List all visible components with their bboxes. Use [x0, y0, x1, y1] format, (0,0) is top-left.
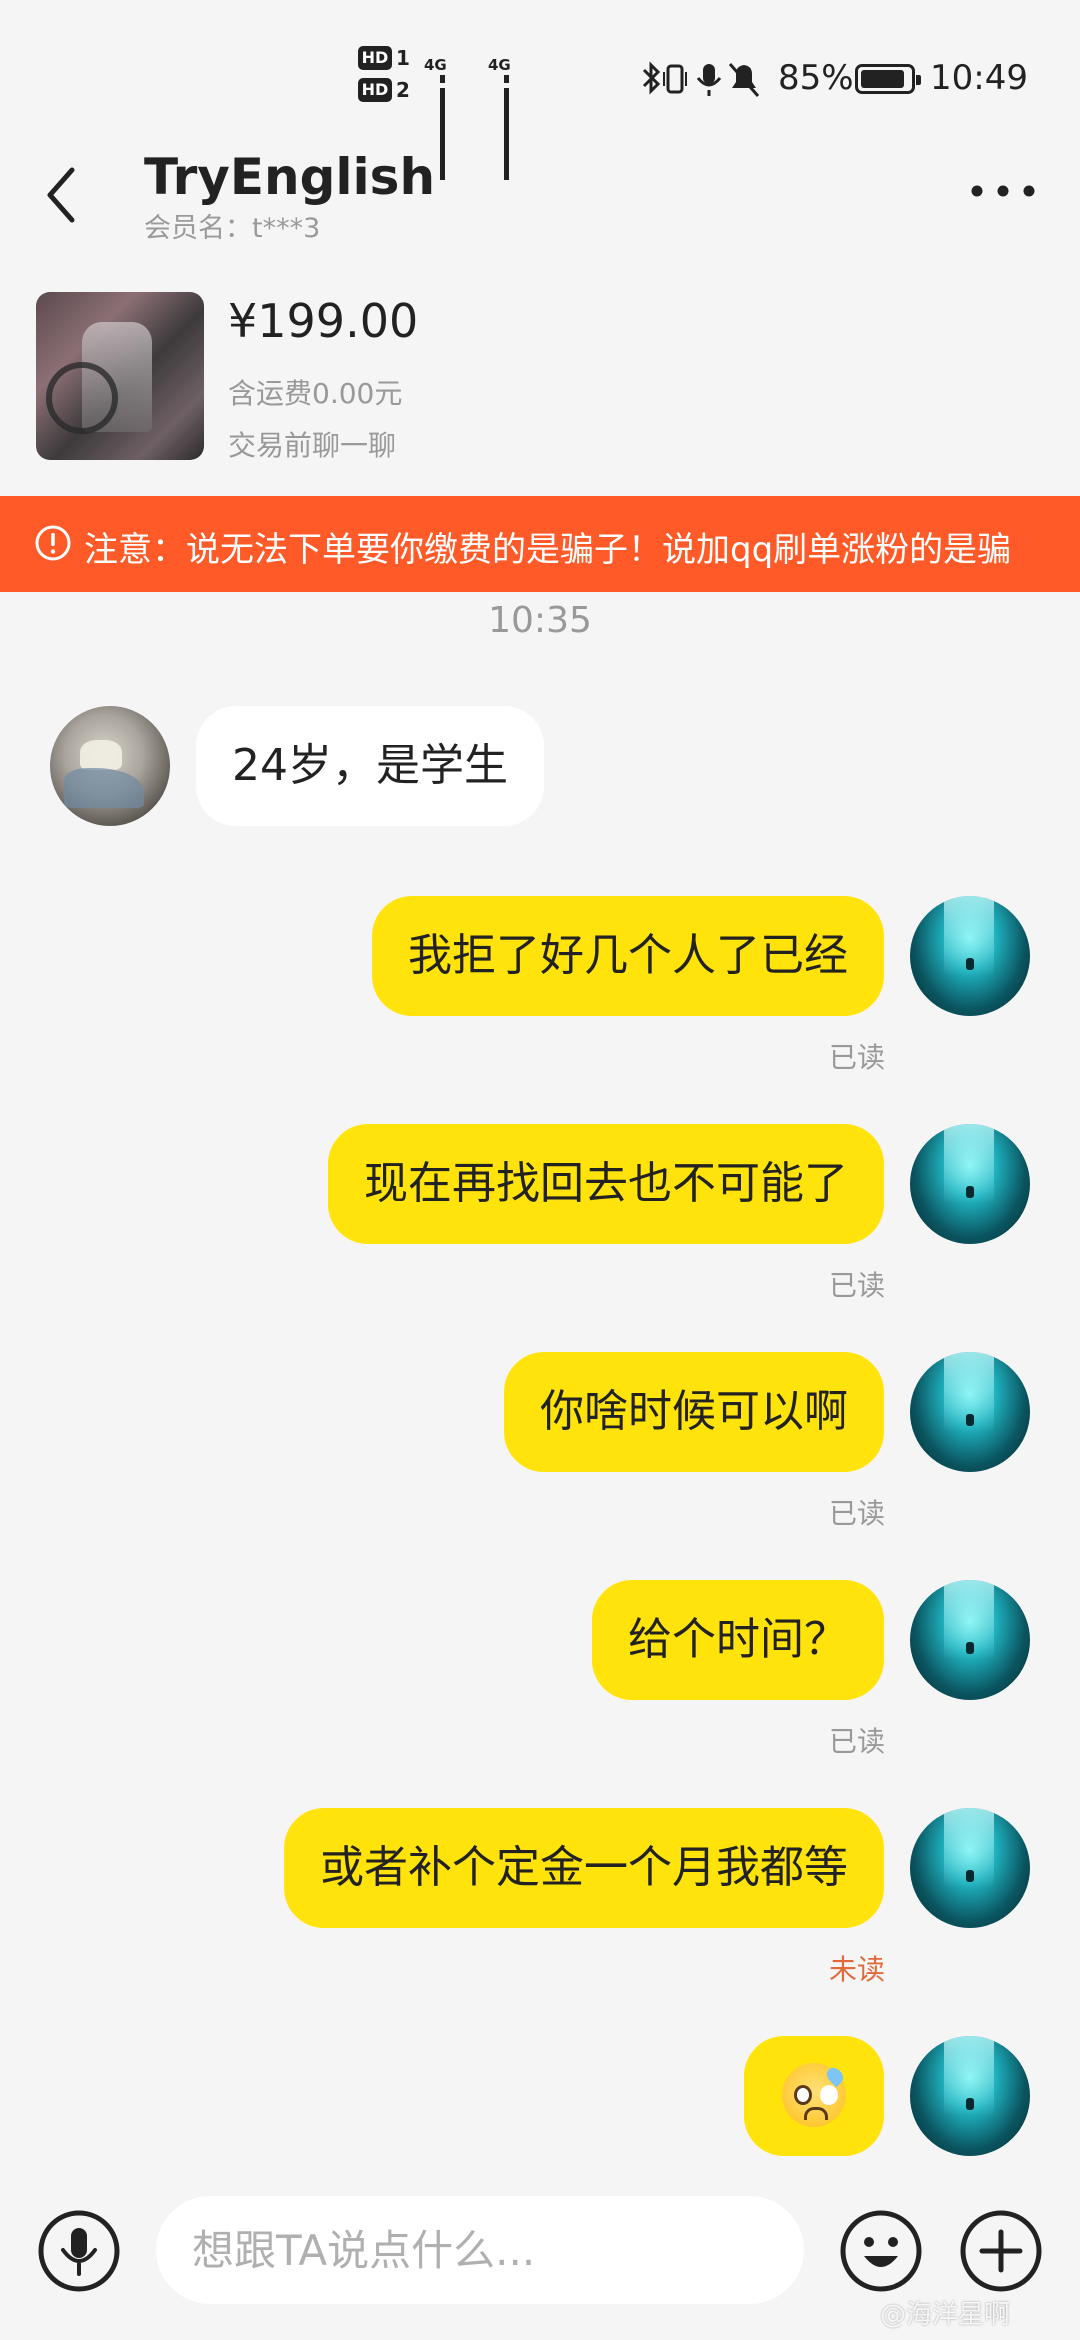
product-price: ¥199.00 [228, 294, 419, 348]
watermark: @海洋星啊 [880, 2300, 1011, 2330]
my-avatar[interactable] [910, 1808, 1030, 1928]
my-avatar[interactable] [910, 1352, 1030, 1472]
seller-avatar[interactable] [50, 706, 170, 826]
read-status: 已读 [828, 1497, 885, 1530]
status-bar: HD 1 HD 2 4G 4G 85% 10:49 [0, 0, 1080, 180]
read-status: 已读 [828, 1725, 885, 1758]
back-arrow-icon[interactable] [40, 160, 90, 230]
more-options-icon[interactable] [968, 176, 1038, 206]
sweat-smile-face-icon [782, 2063, 847, 2127]
battery-percent: 85% [778, 58, 854, 98]
scam-warning-banner: 注意：说无法下单要你缴费的是骗子！说加qq刷单涨粉的是骗 [0, 496, 1080, 592]
bluetooth-vibrate-mic-mute-icons [642, 61, 760, 97]
read-status: 已读 [828, 1269, 885, 1302]
message-bubble-outgoing[interactable]: 我拒了好几个人了已经 [372, 896, 884, 1016]
exclamation-circle-icon [35, 525, 71, 561]
add-attachment-icon[interactable] [958, 2208, 1044, 2294]
shipping-info: 含运费0.00元 [228, 377, 403, 410]
battery-icon [855, 64, 921, 94]
my-avatar[interactable] [910, 1124, 1030, 1244]
message-bubble-incoming[interactable]: 24岁，是学生 [196, 706, 544, 826]
message-bubble-outgoing[interactable]: 给个时间？ [592, 1580, 884, 1700]
time-separator: 10:35 [488, 600, 592, 641]
emoji-picker-icon[interactable] [838, 2208, 924, 2294]
message-bubble-emoji[interactable] [744, 2036, 884, 2156]
my-avatar[interactable] [910, 896, 1030, 1016]
my-avatar[interactable] [910, 2036, 1030, 2156]
message-bubble-outgoing[interactable]: 现在再找回去也不可能了 [328, 1124, 884, 1244]
chat-hint: 交易前聊一聊 [228, 429, 397, 462]
warning-text: 注意：说无法下单要你缴费的是骗子！说加qq刷单涨粉的是骗 [84, 530, 1012, 570]
clock: 10:49 [930, 58, 1028, 98]
read-status: 已读 [828, 1041, 885, 1074]
unread-status: 未读 [828, 1953, 885, 1986]
chat-title: TryEnglish [144, 148, 436, 206]
message-input[interactable] [156, 2196, 804, 2304]
my-avatar[interactable] [910, 1580, 1030, 1700]
member-name: 会员名：t***3 [144, 213, 321, 244]
message-bubble-outgoing[interactable]: 你啥时候可以啊 [504, 1352, 884, 1472]
voice-input-icon[interactable] [36, 2208, 122, 2294]
message-bubble-outgoing[interactable]: 或者补个定金一个月我都等 [284, 1808, 884, 1928]
hd-indicator: HD 1 HD 2 [358, 46, 414, 110]
product-thumbnail[interactable] [36, 292, 204, 460]
